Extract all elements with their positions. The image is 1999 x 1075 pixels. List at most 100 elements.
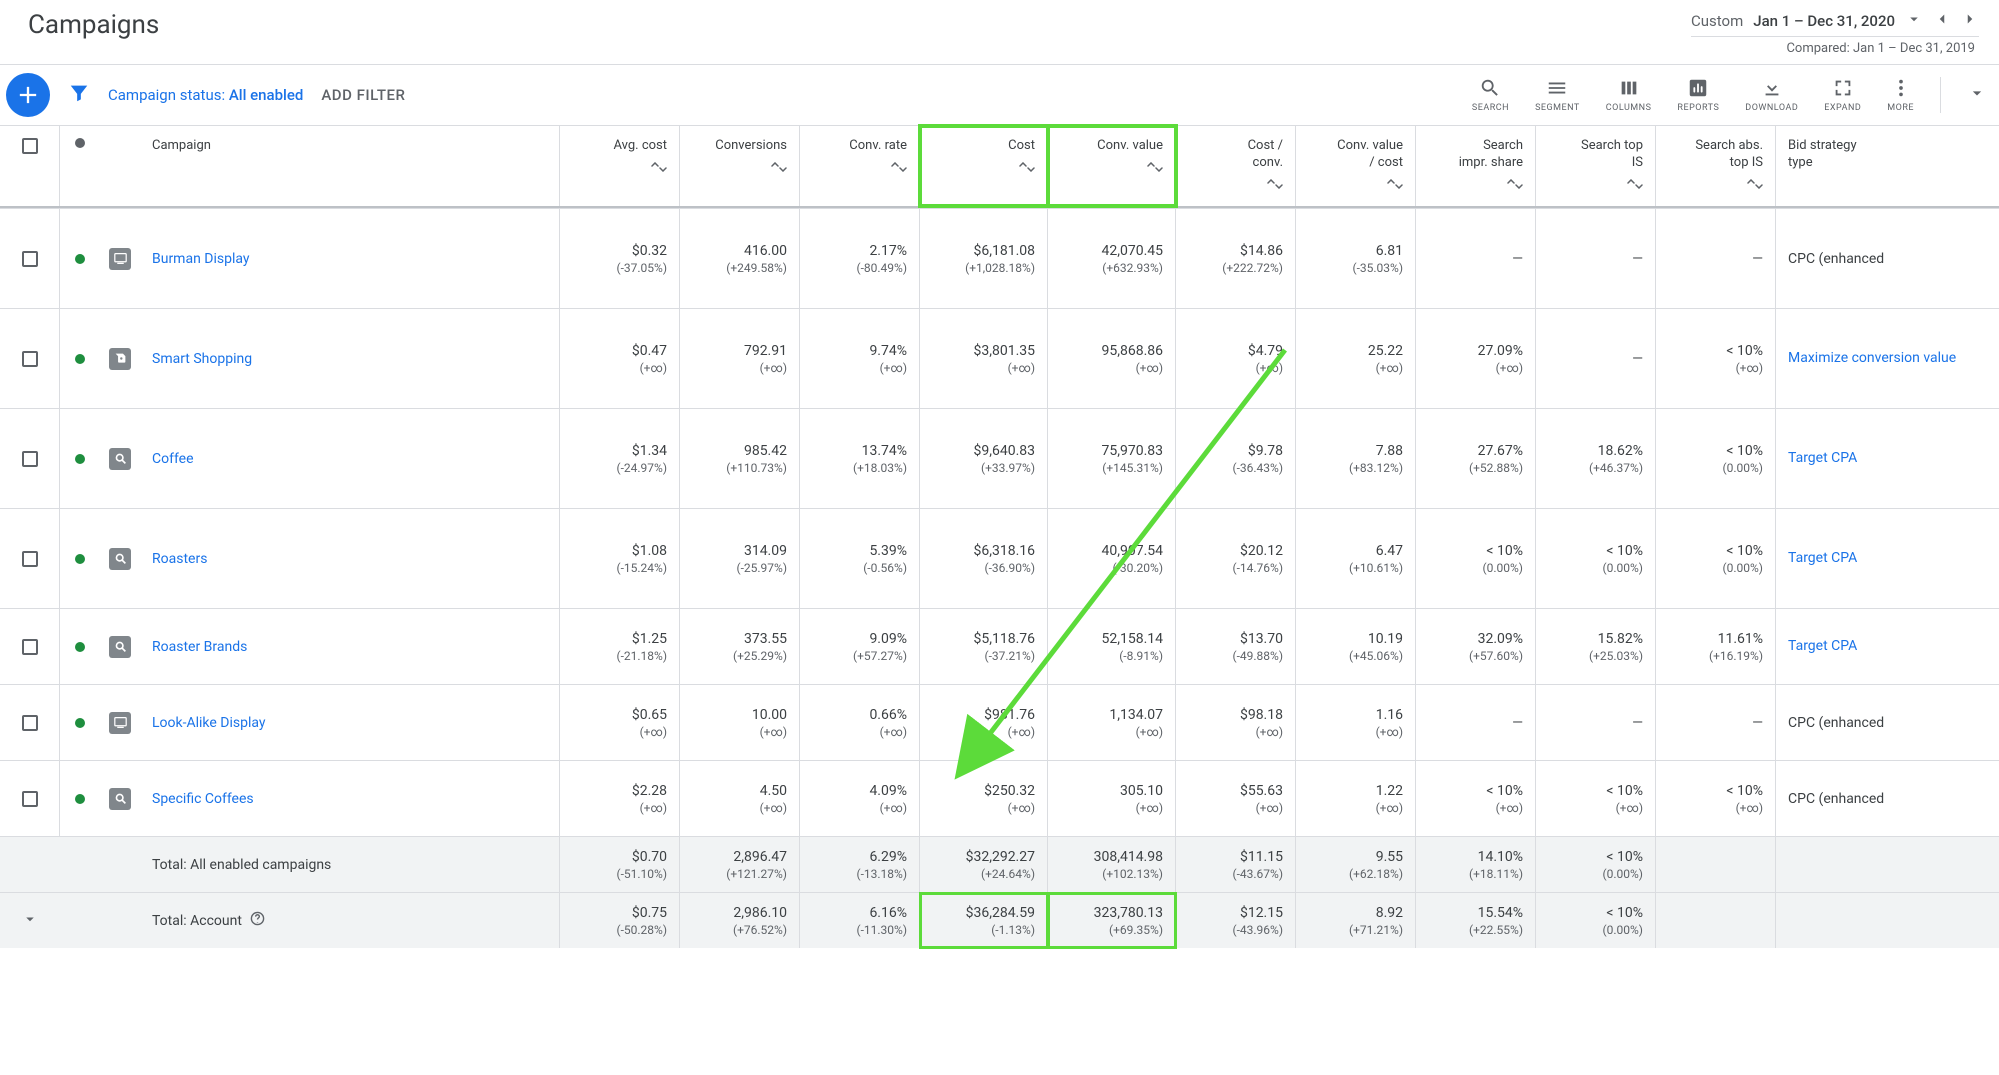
sort-icon[interactable] (1387, 178, 1403, 193)
cell-cost_per_conv: $98.18(+∞) (1176, 685, 1296, 760)
toolbar-columns[interactable]: COLUMNS (1606, 77, 1652, 113)
col-cost-per-conv[interactable]: Cost / conv. (1248, 138, 1283, 172)
total-cell-bid-strategy (1776, 893, 1999, 948)
cell-avg_cost: $0.65(+∞) (560, 685, 680, 760)
col-search-abs-top-is[interactable]: Search abs. top IS (1695, 138, 1763, 172)
col-conversions[interactable]: Conversions (715, 138, 787, 155)
campaign-name-link[interactable]: Roasters (152, 551, 547, 567)
row-checkbox[interactable] (22, 451, 38, 467)
page-title: Campaigns (28, 10, 159, 40)
row-checkbox[interactable] (22, 551, 38, 567)
campaign-name-link[interactable]: Look-Alike Display (152, 715, 547, 731)
sort-icon[interactable] (891, 161, 907, 176)
table-header-row: Campaign Avg. cost Conversions Conv. rat… (0, 126, 1999, 208)
col-conv-value-cost[interactable]: Conv. value / cost (1337, 138, 1403, 172)
cell-conv_value: 40,907.54(-30.20%) (1048, 509, 1176, 608)
sort-icon[interactable] (771, 161, 787, 176)
col-conv-value[interactable]: Conv. value (1097, 138, 1163, 155)
total-cell-conv_value: 308,414.98(+102.13%) (1048, 837, 1176, 892)
next-period-icon[interactable] (1961, 10, 1979, 32)
campaign-name-link[interactable]: Coffee (152, 451, 547, 467)
sort-icon[interactable] (1507, 178, 1523, 193)
cell-conv_rate: 4.09%(+∞) (800, 761, 920, 836)
campaign-status-filter[interactable]: Campaign status: All enabled (108, 86, 303, 104)
cell-search_impr_share: < 10%(0.00%) (1416, 509, 1536, 608)
filter-icon[interactable] (68, 82, 90, 108)
cell-bid-strategy: CPC (enhanced (1776, 685, 1999, 760)
cell-search_top_is: 18.62%(+46.37%) (1536, 409, 1656, 508)
date-range-picker[interactable]: Custom Jan 1 – Dec 31, 2020 Compared: Ja… (1691, 10, 1979, 56)
sort-icon[interactable] (1627, 178, 1643, 193)
cell-cost_per_conv: $4.79(+∞) (1176, 309, 1296, 408)
row-checkbox[interactable] (22, 251, 38, 267)
campaign-name-link[interactable]: Smart Shopping (152, 351, 547, 367)
cell-conversions: 4.50(+∞) (680, 761, 800, 836)
col-search-top-is[interactable]: Search top IS (1581, 138, 1643, 172)
cell-avg_cost: $1.25(-21.18%) (560, 609, 680, 684)
cell-conv_value: 95,868.86(+∞) (1048, 309, 1176, 408)
col-cost-highlighted: Cost (920, 126, 1048, 206)
select-all-checkbox[interactable] (22, 138, 38, 154)
row-checkbox[interactable] (22, 351, 38, 367)
col-avg-cost[interactable]: Avg. cost (613, 138, 667, 155)
sort-icon[interactable] (1019, 161, 1035, 176)
col-bid-strategy[interactable]: Bid strategy type (1788, 138, 1987, 172)
cell-bid-strategy: CPC (enhanced (1776, 761, 1999, 836)
toolbar-search[interactable]: SEARCH (1472, 77, 1509, 113)
total-cell-search_impr_share: 14.10%(+18.11%) (1416, 837, 1536, 892)
total-cell-conversions: 2,986.10(+76.52%) (680, 893, 800, 948)
sort-icon[interactable] (651, 161, 667, 176)
toolbar-reports[interactable]: REPORTS (1677, 77, 1719, 113)
status-dot-enabled (75, 718, 85, 728)
toolbar-expand-icon[interactable] (1967, 83, 1987, 107)
cell-cost: $3,801.35(+∞) (920, 309, 1048, 408)
campaign-name-link[interactable]: Specific Coffees (152, 791, 547, 807)
toolbar-segment[interactable]: SEGMENT (1535, 77, 1580, 113)
bid-strategy-link[interactable]: Target CPA (1788, 637, 1987, 655)
col-search-impr-share[interactable]: Search impr. share (1459, 138, 1523, 172)
cell-avg_cost: $1.34(-24.97%) (560, 409, 680, 508)
table-row: Smart Shopping$0.47(+∞)792.91(+∞)9.74%(+… (0, 308, 1999, 408)
add-campaign-button[interactable] (6, 73, 50, 117)
cell-cost: $981.76(+∞) (920, 685, 1048, 760)
toolbar-expand[interactable]: EXPAND (1824, 77, 1861, 113)
row-checkbox[interactable] (22, 639, 38, 655)
cell-cost_per_conv: $14.86(+222.72%) (1176, 209, 1296, 308)
cell-cost_per_conv: $13.70(-49.88%) (1176, 609, 1296, 684)
cell-conv_rate: 5.39%(-0.56%) (800, 509, 920, 608)
toolbar-download[interactable]: DOWNLOAD (1745, 77, 1798, 113)
prev-period-icon[interactable] (1933, 10, 1951, 32)
bid-strategy-link[interactable]: Target CPA (1788, 449, 1987, 467)
cell-search_top_is: < 10%(0.00%) (1536, 509, 1656, 608)
row-checkbox[interactable] (22, 791, 38, 807)
sort-icon[interactable] (1267, 178, 1283, 193)
status-dot-enabled (75, 642, 85, 652)
bid-strategy-link[interactable]: Target CPA (1788, 549, 1987, 567)
total-cell-cost: $36,284.59(-1.13%) (920, 893, 1048, 948)
total-label: Total: Account (152, 911, 547, 930)
sort-icon[interactable] (1147, 161, 1163, 176)
col-conv-rate[interactable]: Conv. rate (849, 138, 907, 155)
status-dot-enabled (75, 554, 85, 564)
cell-search_impr_share: < 10%(+∞) (1416, 761, 1536, 836)
col-campaign[interactable]: Campaign (152, 138, 547, 155)
help-icon[interactable] (250, 911, 265, 930)
cell-cost: $6,181.08(+1,028.18%) (920, 209, 1048, 308)
cell-search_impr_share: 27.09%(+∞) (1416, 309, 1536, 408)
dropdown-icon[interactable] (1905, 10, 1923, 32)
sort-icon[interactable] (1747, 178, 1763, 193)
row-checkbox[interactable] (22, 715, 38, 731)
total-cell-search_abs_top_is (1656, 893, 1776, 948)
expand-icon[interactable] (21, 910, 39, 932)
campaign-name-link[interactable]: Roaster Brands (152, 639, 547, 655)
bid-strategy-link[interactable]: Maximize conversion value (1788, 349, 1987, 367)
cell-conversions: 373.55(+25.29%) (680, 609, 800, 684)
col-cost[interactable]: Cost (1008, 138, 1035, 155)
total-label: Total: All enabled campaigns (152, 857, 547, 873)
total-cell-conv_value_cost: 8.92(+71.21%) (1296, 893, 1416, 948)
cell-search_top_is: — (1536, 685, 1656, 760)
cell-conv_rate: 0.66%(+∞) (800, 685, 920, 760)
campaign-name-link[interactable]: Burman Display (152, 251, 547, 267)
toolbar-more[interactable]: MORE (1887, 77, 1914, 113)
add-filter-button[interactable]: ADD FILTER (321, 86, 405, 104)
